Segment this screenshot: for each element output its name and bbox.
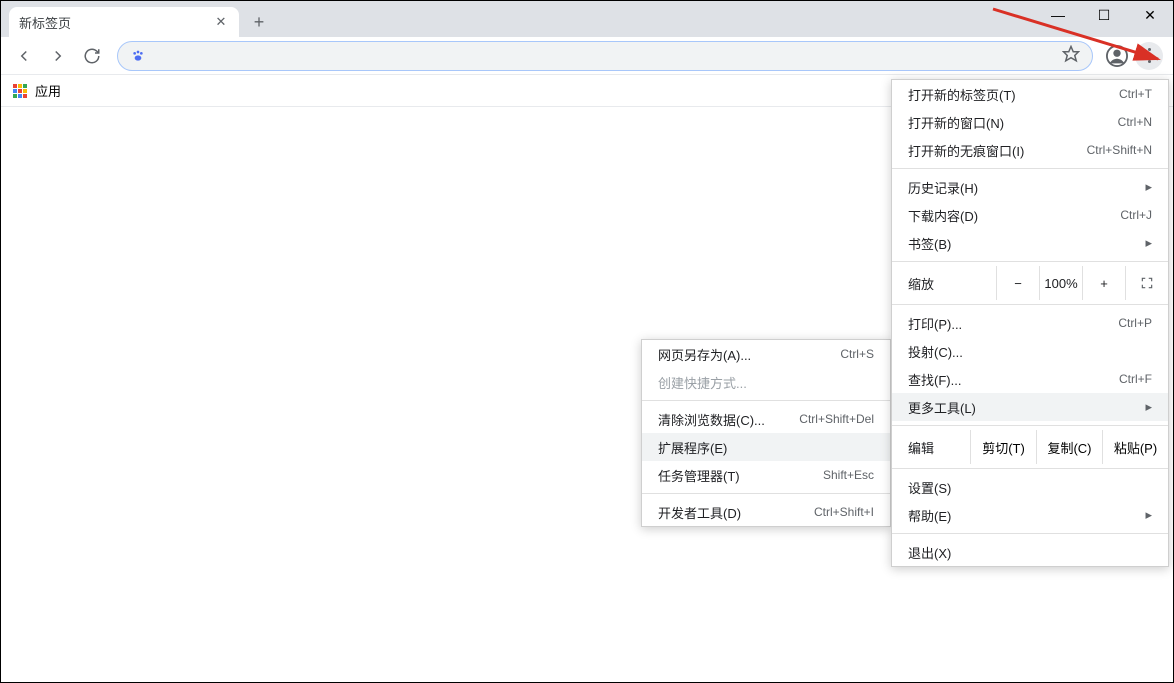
vertical-dots-icon <box>1148 48 1151 63</box>
edit-cut-button[interactable]: 剪切(T) <box>970 430 1036 464</box>
edit-copy-button[interactable]: 复制(C) <box>1036 430 1102 464</box>
chevron-right-icon: ▸ <box>1145 235 1152 251</box>
menu-edit: 编辑 剪切(T) 复制(C) 粘贴(P) <box>892 430 1168 464</box>
new-tab-button[interactable]: + <box>245 8 273 36</box>
forward-button[interactable] <box>43 41 73 71</box>
tab-title: 新标签页 <box>19 13 213 32</box>
menu-exit[interactable]: 退出(X) <box>892 538 1168 566</box>
submenu-save-page[interactable]: 网页另存为(A)...Ctrl+S <box>642 340 890 368</box>
apps-icon[interactable] <box>13 84 27 98</box>
menu-separator <box>892 304 1168 305</box>
menu-separator <box>892 261 1168 262</box>
menu-zoom: 缩放 − 100% + <box>892 266 1168 300</box>
profile-button[interactable] <box>1103 42 1131 70</box>
menu-incognito[interactable]: 打开新的无痕窗口(I)Ctrl+Shift+N <box>892 136 1168 164</box>
bookmark-star-icon[interactable] <box>1062 45 1080 66</box>
toolbar <box>1 37 1173 75</box>
menu-new-tab[interactable]: 打开新的标签页(T)Ctrl+T <box>892 80 1168 108</box>
menu-cast[interactable]: 投射(C)... <box>892 337 1168 365</box>
menu-separator <box>892 168 1168 169</box>
submenu-task-manager[interactable]: 任务管理器(T)Shift+Esc <box>642 461 890 489</box>
menu-find[interactable]: 查找(F)...Ctrl+F <box>892 365 1168 393</box>
menu-separator <box>642 493 890 494</box>
address-bar[interactable] <box>117 41 1093 71</box>
menu-downloads[interactable]: 下载内容(D)Ctrl+J <box>892 201 1168 229</box>
menu-history[interactable]: 历史记录(H)▸ <box>892 173 1168 201</box>
submenu-clear-data[interactable]: 清除浏览数据(C)...Ctrl+Shift+Del <box>642 405 890 433</box>
submenu-dev-tools[interactable]: 开发者工具(D)Ctrl+Shift+I <box>642 498 890 526</box>
minimize-button[interactable]: — <box>1035 1 1081 29</box>
close-tab-icon[interactable]: ✕ <box>213 14 229 30</box>
window-controls: — ☐ ✕ <box>1035 1 1173 29</box>
submenu-extensions[interactable]: 扩展程序(E) <box>642 433 890 461</box>
apps-label[interactable]: 应用 <box>35 81 61 100</box>
chevron-right-icon: ▸ <box>1145 507 1152 523</box>
titlebar: 新标签页 ✕ + <box>1 1 1173 37</box>
menu-more-tools[interactable]: 更多工具(L)▸ <box>892 393 1168 421</box>
edit-paste-button[interactable]: 粘贴(P) <box>1102 430 1168 464</box>
menu-settings[interactable]: 设置(S) <box>892 473 1168 501</box>
zoom-value: 100% <box>1039 266 1082 300</box>
close-window-button[interactable]: ✕ <box>1127 1 1173 29</box>
maximize-button[interactable]: ☐ <box>1081 1 1127 29</box>
more-tools-submenu: 网页另存为(A)...Ctrl+S 创建快捷方式... 清除浏览数据(C)...… <box>641 339 891 527</box>
fullscreen-button[interactable] <box>1125 266 1168 300</box>
menu-separator <box>642 400 890 401</box>
menu-print[interactable]: 打印(P)...Ctrl+P <box>892 309 1168 337</box>
zoom-in-button[interactable]: + <box>1082 266 1125 300</box>
zoom-out-button[interactable]: − <box>996 266 1039 300</box>
menu-bookmarks[interactable]: 书签(B)▸ <box>892 229 1168 257</box>
menu-separator <box>892 468 1168 469</box>
menu-new-window[interactable]: 打开新的窗口(N)Ctrl+N <box>892 108 1168 136</box>
reload-button[interactable] <box>77 41 107 71</box>
menu-help[interactable]: 帮助(E)▸ <box>892 501 1168 529</box>
search-engine-icon <box>130 48 146 64</box>
browser-tab[interactable]: 新标签页 ✕ <box>9 7 239 37</box>
menu-separator <box>892 425 1168 426</box>
back-button[interactable] <box>9 41 39 71</box>
chevron-right-icon: ▸ <box>1145 179 1152 195</box>
chrome-menu-button[interactable] <box>1135 42 1163 70</box>
chrome-main-menu: 打开新的标签页(T)Ctrl+T 打开新的窗口(N)Ctrl+N 打开新的无痕窗… <box>891 79 1169 567</box>
chevron-right-icon: ▸ <box>1145 399 1152 415</box>
menu-separator <box>892 533 1168 534</box>
submenu-create-shortcut: 创建快捷方式... <box>642 368 890 396</box>
